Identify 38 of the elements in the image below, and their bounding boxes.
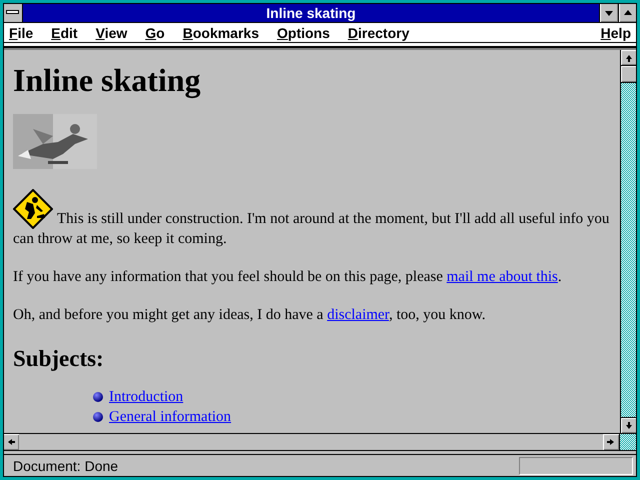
up-arrow-icon: [623, 8, 633, 18]
minimize-button[interactable]: [599, 3, 618, 22]
left-arrow-icon: [6, 437, 16, 447]
window-title: Inline skating: [265, 4, 357, 22]
link[interactable]: mail me about this: [446, 269, 558, 285]
section-heading: Subjects:: [13, 345, 105, 373]
menu-item[interactable]: Edit: [51, 24, 78, 40]
link[interactable]: General information: [109, 407, 232, 427]
link[interactable]: Introduction: [109, 387, 184, 407]
maximize-button[interactable]: [618, 3, 637, 22]
link[interactable]: disclaimer: [327, 307, 389, 323]
scroll-thumb[interactable]: [621, 66, 637, 83]
status-text: Document: Done: [13, 458, 120, 474]
vertical-scrollbar[interactable]: [620, 50, 637, 433]
menu-item[interactable]: Bookmarks: [182, 24, 259, 40]
down-arrow-icon: [624, 420, 634, 430]
scroll-right-button[interactable]: [603, 434, 619, 450]
scroll-down-button[interactable]: [621, 417, 637, 433]
scroll-left-button[interactable]: [3, 434, 19, 450]
page-heading: Inline skating: [13, 62, 202, 98]
horizontal-scrollbar[interactable]: [3, 434, 619, 450]
right-arrow-icon: [606, 437, 616, 447]
bar-icon: [6, 10, 19, 15]
menu-item[interactable]: Directory: [348, 24, 410, 40]
menu-item[interactable]: View: [96, 24, 128, 40]
bullet-icon: [93, 392, 103, 402]
menu-item[interactable]: Help: [600, 24, 631, 40]
menu-item[interactable]: Options: [277, 24, 330, 40]
up-arrow-icon: [624, 52, 634, 62]
paragraph: This is still under construction. I'm not around at the moment, but I'll add all useful info you can throw at me, so keep it coming.: [13, 189, 610, 249]
system-menu-button[interactable]: [3, 3, 23, 22]
construction-sign-icon: [13, 189, 53, 229]
bullet-icon: [93, 412, 103, 422]
menu-item[interactable]: Go: [145, 24, 165, 40]
paragraph: If you have any information that you feel should be on this page, please mail me about this.: [13, 268, 563, 287]
paragraph: Oh, and before you might get any ideas, I do have a disclaimer, too, you know.: [13, 306, 486, 325]
scroll-up-button[interactable]: [621, 50, 637, 66]
menu-item[interactable]: File: [9, 24, 34, 40]
